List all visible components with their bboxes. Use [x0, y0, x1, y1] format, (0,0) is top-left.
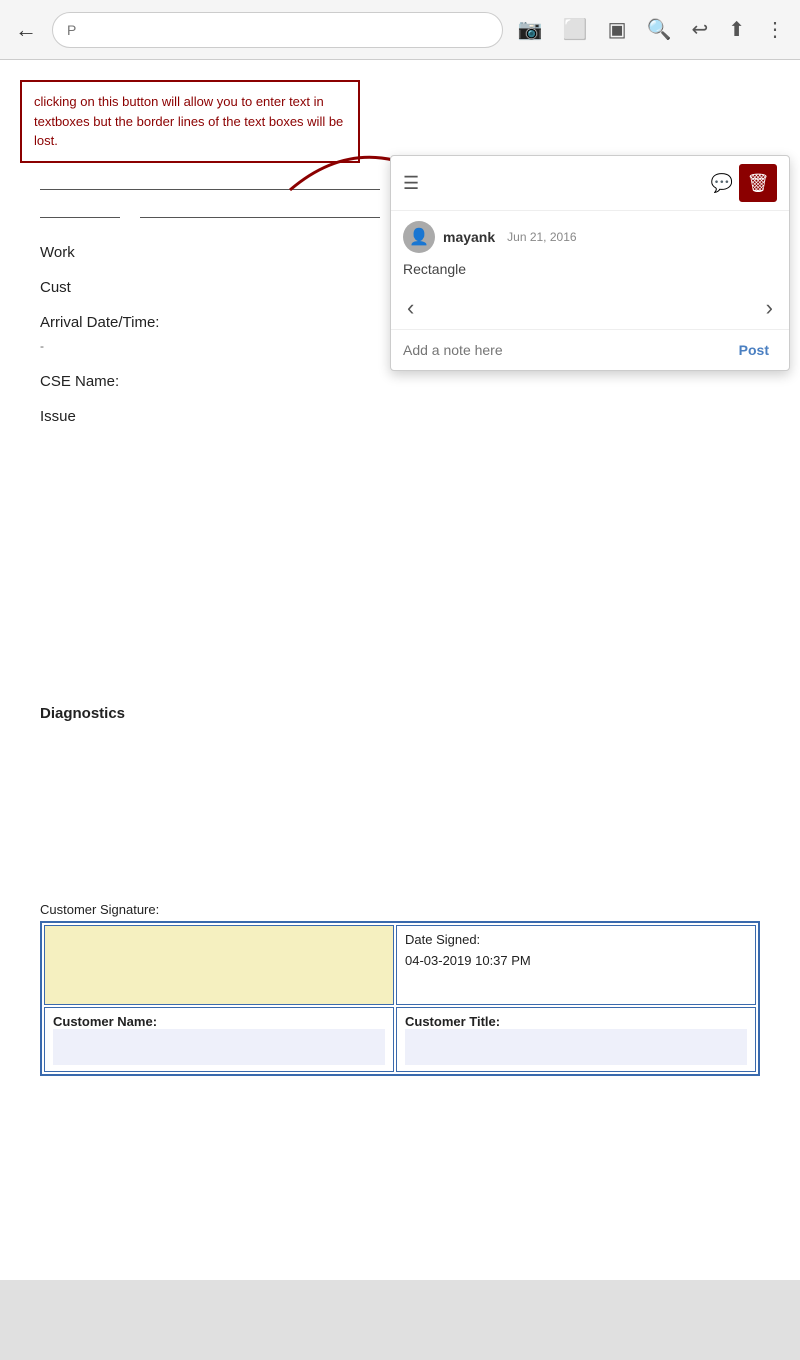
customer-name-input[interactable] — [53, 1029, 385, 1065]
date-signed-value: 04-03-2019 10:37 PM — [405, 953, 747, 968]
popup-navigation: ‹ › — [391, 287, 789, 329]
layout-icon[interactable]: ⬜ — [558, 12, 593, 47]
arrival-dash: - — [40, 339, 44, 353]
customer-title-input[interactable] — [405, 1029, 747, 1065]
avatar-icon: 👤 — [409, 227, 429, 247]
page-content: clicking on this button will allow you t… — [0, 60, 800, 1280]
share-icon[interactable]: ⬆ — [723, 12, 750, 47]
bottom-bar — [0, 1280, 800, 1360]
undo-icon[interactable]: ↩ — [686, 12, 713, 47]
search-icon[interactable]: 🔍 — [642, 12, 677, 47]
camera-icon[interactable]: 📷 — [513, 12, 548, 47]
window-icon[interactable]: ▣ — [603, 12, 632, 47]
warning-box: clicking on this button will allow you t… — [20, 80, 360, 163]
diagnostics-section: Diagnostics — [40, 705, 760, 722]
note-input[interactable] — [403, 342, 723, 358]
form-row-issue: Issue — [40, 408, 760, 425]
signature-label: Customer Signature: — [40, 902, 760, 917]
annotation-date: Jun 21, 2016 — [507, 230, 576, 244]
prev-annotation-button[interactable]: ‹ — [407, 295, 414, 321]
date-signed-label: Date Signed: — [405, 932, 747, 947]
warning-text: clicking on this button will allow you t… — [34, 94, 343, 148]
popup-header-left: ☰ — [403, 173, 419, 194]
form-line-1 — [40, 170, 380, 190]
cse-label: CSE Name: — [40, 373, 760, 390]
popup-user-row: 👤 mayank Jun 21, 2016 — [391, 211, 789, 257]
back-button[interactable]: ← — [10, 12, 42, 48]
popup-header-right: 💬 🗑 — [711, 164, 777, 202]
next-annotation-button[interactable]: › — [766, 295, 773, 321]
annotation-type: Rectangle — [391, 257, 789, 287]
signature-section: Customer Signature: Date Signed: 04-03-2… — [40, 902, 760, 1076]
comment-icon[interactable]: 💬 — [711, 173, 733, 194]
username: mayank — [443, 229, 495, 245]
form-line-3 — [140, 198, 380, 218]
menu-icon[interactable]: ⋮ — [760, 12, 790, 47]
popup-note-area: Post — [391, 329, 789, 370]
signature-drawing-area[interactable] — [44, 925, 394, 1005]
signature-table: Date Signed: 04-03-2019 10:37 PM Custome… — [40, 921, 760, 1076]
form-line-2 — [40, 198, 120, 218]
annotation-popup: ☰ 💬 🗑 👤 mayank Jun 21, 2016 Rectangle ‹ … — [390, 155, 790, 371]
popup-header: ☰ 💬 🗑 — [391, 156, 789, 211]
post-button[interactable]: Post — [731, 338, 777, 362]
user-avatar: 👤 — [403, 221, 435, 253]
browser-bar: ← 📷 ⬜ ▣ 🔍 ↩ ⬆ ⋮ — [0, 0, 800, 60]
url-input[interactable] — [52, 12, 503, 48]
customer-name-header: Customer Name: — [44, 1007, 394, 1072]
form-row-cse: CSE Name: — [40, 373, 760, 390]
diagnostics-label: Diagnostics — [40, 705, 760, 722]
date-signed-cell: Date Signed: 04-03-2019 10:37 PM — [396, 925, 756, 1005]
list-icon[interactable]: ☰ — [403, 173, 419, 194]
trash-icon: 🗑 — [747, 173, 770, 194]
delete-button[interactable]: 🗑 — [739, 164, 777, 202]
issue-label: Issue — [40, 408, 760, 425]
customer-title-header: Customer Title: — [396, 1007, 756, 1072]
